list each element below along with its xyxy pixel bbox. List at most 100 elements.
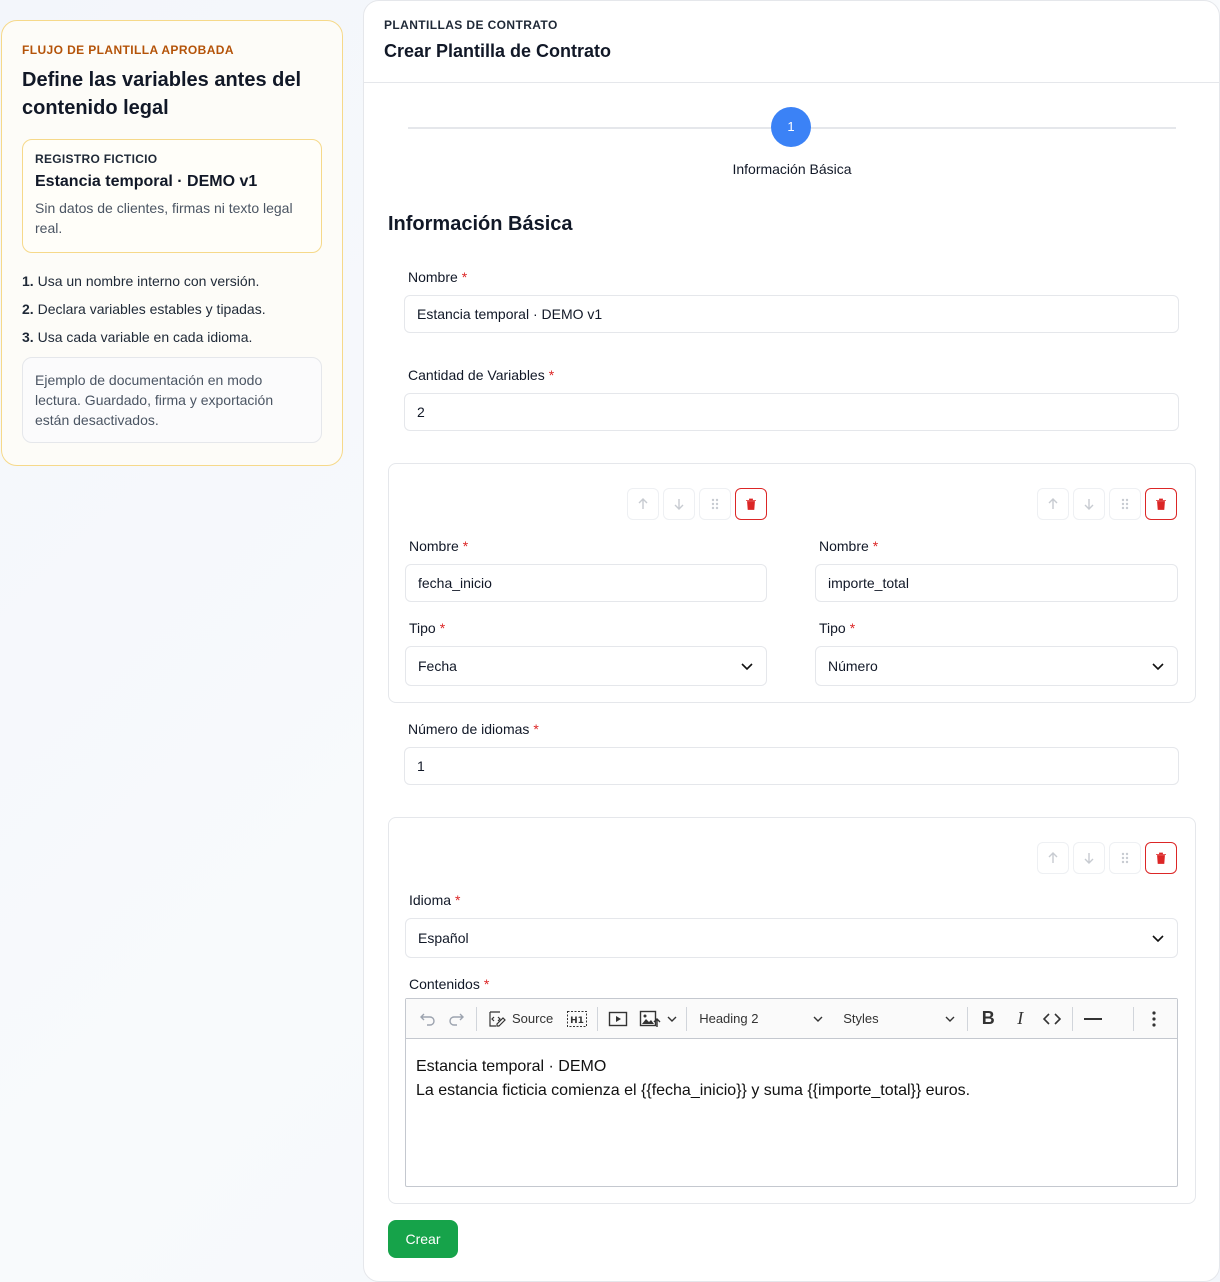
h1-icon: H1 xyxy=(567,1010,588,1027)
language-tools xyxy=(1037,842,1177,874)
editor-line: Estancia temporal · DEMO xyxy=(416,1058,607,1075)
demo-card-title: Estancia temporal · DEMO v1 xyxy=(35,173,258,190)
variable-2-type-label: Tipo * xyxy=(819,620,855,636)
move-down-button[interactable] xyxy=(1073,488,1105,520)
delete-button[interactable] xyxy=(735,488,767,520)
required-mark: * xyxy=(439,620,446,636)
contents-label: Contenidos * xyxy=(409,976,489,992)
redo-button[interactable] xyxy=(442,1005,470,1033)
label-text: Nombre xyxy=(408,269,458,285)
more-vertical-icon xyxy=(1152,1010,1156,1027)
editor-content[interactable]: Estancia temporal · DEMO La estancia fic… xyxy=(406,1039,1177,1119)
language-count-input[interactable]: 1 xyxy=(404,747,1179,785)
variable-2-type-select[interactable]: Número xyxy=(815,646,1178,686)
heading-dropdown[interactable]: Heading 2 xyxy=(693,1005,829,1033)
variable-1-name-label: Nombre * xyxy=(409,538,468,554)
styles-dropdown[interactable]: Styles xyxy=(837,1005,961,1033)
undo-button[interactable] xyxy=(414,1005,442,1033)
required-mark: * xyxy=(872,538,879,554)
language-select[interactable]: Español xyxy=(405,918,1178,958)
guide-steps: 1. Usa un nombre interno con versión. 2.… xyxy=(22,271,322,355)
demo-record-card: REGISTRO FICTICIO Estancia temporal · DE… xyxy=(22,139,322,253)
drag-handle[interactable] xyxy=(1109,488,1141,520)
delete-button[interactable] xyxy=(1145,842,1177,874)
move-up-button[interactable] xyxy=(627,488,659,520)
arrow-up-icon xyxy=(1048,852,1058,863)
image-options-dropdown[interactable] xyxy=(664,1005,680,1033)
chevron-down-icon xyxy=(1152,935,1164,943)
required-mark: * xyxy=(455,892,461,908)
variable-1-name-input[interactable]: fecha_inicio xyxy=(405,564,767,602)
chevron-down-icon xyxy=(813,1016,823,1022)
svg-text:H1: H1 xyxy=(570,1016,584,1026)
label-text: Idioma xyxy=(409,892,452,908)
heading-insert-button[interactable]: H1 xyxy=(563,1005,591,1033)
label-text: Nombre xyxy=(409,538,459,554)
arrow-down-icon xyxy=(1084,853,1094,864)
toolbar-separator xyxy=(476,1006,477,1031)
trash-icon xyxy=(1156,852,1166,864)
main-panel: PLANTILLAS DE CONTRATO Crear Plantilla d… xyxy=(363,0,1220,1282)
delete-button[interactable] xyxy=(1145,488,1177,520)
drag-handle[interactable] xyxy=(699,488,731,520)
arrow-down-icon xyxy=(674,499,684,510)
var-count-label: Cantidad de Variables * xyxy=(408,367,554,383)
stepper-step-label: Información Básica xyxy=(732,161,852,177)
step-number: 3. xyxy=(22,329,34,345)
horizontal-line-icon xyxy=(1084,1017,1103,1020)
bold-button[interactable]: B xyxy=(974,1005,1002,1033)
move-up-button[interactable] xyxy=(1037,842,1069,874)
create-button[interactable]: Crear xyxy=(388,1220,458,1258)
stepper-step-1[interactable]: 1 xyxy=(771,107,811,147)
code-icon xyxy=(1043,1012,1062,1025)
page-header: PLANTILLAS DE CONTRATO Crear Plantilla d… xyxy=(364,1,1219,83)
trash-icon xyxy=(1156,498,1166,510)
move-up-button[interactable] xyxy=(1037,488,1069,520)
horizontal-line-button[interactable] xyxy=(1079,1005,1107,1033)
italic-icon: I xyxy=(1017,1008,1024,1028)
name-label: Nombre * xyxy=(408,269,467,285)
label-text: Tipo xyxy=(409,620,436,636)
more-options-button[interactable] xyxy=(1140,1005,1168,1033)
variable-count-input[interactable]: 2 xyxy=(404,393,1179,431)
variable-1-tools xyxy=(627,488,767,520)
required-mark: * xyxy=(548,367,555,383)
move-down-button[interactable] xyxy=(1073,842,1105,874)
move-down-button[interactable] xyxy=(663,488,695,520)
required-mark: * xyxy=(483,976,490,992)
arrow-down-icon xyxy=(1084,499,1094,510)
rich-text-editor: Source H1 Heading 2 Styles B I Estancia … xyxy=(405,998,1178,1187)
stepper: 1 Información Básica xyxy=(408,107,1176,179)
chevron-down-icon xyxy=(1152,663,1164,671)
label-text: Número de idiomas xyxy=(408,721,530,737)
variable-2-name-input[interactable]: importe_total xyxy=(815,564,1178,602)
source-button[interactable]: Source xyxy=(483,1005,557,1033)
drag-icon xyxy=(711,498,719,510)
template-name-input[interactable]: Estancia temporal · DEMO v1 xyxy=(404,295,1179,333)
required-mark: * xyxy=(849,620,856,636)
trash-icon xyxy=(746,498,756,510)
drag-handle[interactable] xyxy=(1109,842,1141,874)
guide-step: 2. Declara variables estables y tipadas. xyxy=(22,299,322,327)
redo-icon xyxy=(449,1013,464,1026)
step-text: Usa cada variable en cada idioma. xyxy=(37,329,253,345)
label-text: Nombre xyxy=(819,538,869,554)
arrow-up-icon xyxy=(638,498,648,509)
guide-step: 3. Usa cada variable en cada idioma. xyxy=(22,327,322,355)
insert-image-button[interactable] xyxy=(636,1005,664,1033)
chevron-down-icon xyxy=(945,1016,955,1022)
arrow-up-icon xyxy=(1048,498,1058,509)
required-mark: * xyxy=(461,269,468,285)
image-upload-icon xyxy=(640,1010,661,1027)
guide-sidebar: FLUJO DE PLANTILLA APROBADA Define las v… xyxy=(1,20,343,466)
drag-icon xyxy=(1121,852,1129,864)
heading-value: Heading 2 xyxy=(699,1011,759,1026)
code-button[interactable] xyxy=(1038,1005,1066,1033)
variable-1-type-select[interactable]: Fecha xyxy=(405,646,767,686)
italic-button[interactable]: I xyxy=(1006,1005,1034,1033)
source-icon xyxy=(489,1010,506,1027)
select-value: Español xyxy=(418,930,469,946)
step-text: Usa un nombre interno con versión. xyxy=(37,273,260,289)
undo-icon xyxy=(420,1013,435,1026)
insert-media-button[interactable] xyxy=(604,1005,632,1033)
